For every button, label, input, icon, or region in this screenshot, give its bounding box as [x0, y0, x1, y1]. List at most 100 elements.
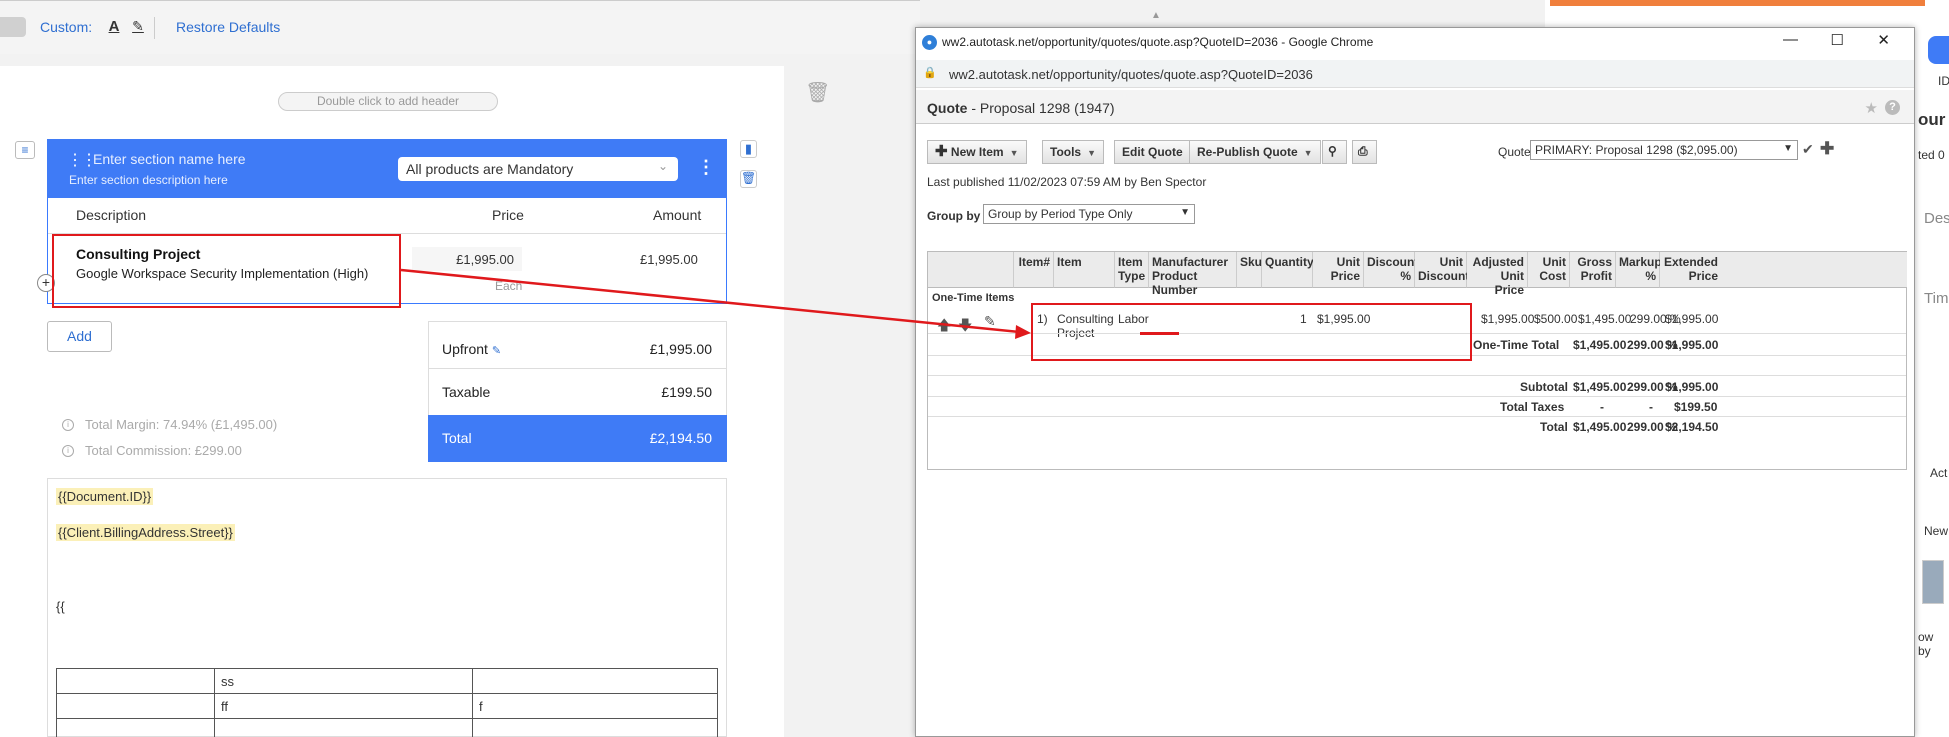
edit-icon[interactable]: ✎ — [492, 345, 501, 357]
url-text: ww2.autotask.net/opportunity/quotes/quot… — [949, 67, 1313, 82]
new-item-button[interactable]: ✚ New Item ▼ — [927, 140, 1027, 164]
mandatory-select[interactable]: All products are Mandatory ⌄ — [398, 157, 678, 181]
col-header-gross-profit[interactable]: Gross Profit — [1570, 252, 1616, 288]
more-options-icon[interactable]: ⋮ — [697, 157, 715, 178]
taxable-label: Taxable — [442, 384, 491, 400]
subtotal-extended: $1,995.00 — [1665, 380, 1719, 394]
sidebar-toggle[interactable] — [0, 17, 26, 37]
tools-button[interactable]: Tools ▼ — [1042, 140, 1105, 164]
taxable-value: £199.50 — [661, 384, 712, 400]
star-icon[interactable]: ★ — [1865, 99, 1878, 117]
edit-quote-button[interactable]: Edit Quote — [1114, 140, 1191, 164]
info-icon: i — [62, 445, 74, 457]
print-icon[interactable]: ⎙ — [1352, 140, 1377, 164]
minimize-icon[interactable]: — — [1783, 31, 1798, 48]
page-gutter — [784, 66, 914, 737]
col-header-item-type[interactable]: Item Type — [1115, 252, 1149, 288]
peek-button[interactable] — [1928, 36, 1949, 64]
dropdown-arrow-icon: ▼ — [1009, 148, 1019, 158]
edit-pencil-icon[interactable]: ✎ — [984, 313, 996, 330]
trash-icon[interactable]: 🗑 — [805, 80, 830, 104]
peek-text: ID — [1938, 74, 1949, 88]
checkmark-icon[interactable]: ✔ — [1802, 141, 1814, 158]
peek-text: Tim — [1924, 290, 1949, 307]
total-gross: $1,495.00 — [1573, 420, 1627, 434]
quote-select[interactable]: PRIMARY: Proposal 1298 ($2,095.00) ▼ — [1530, 140, 1798, 160]
table-cell[interactable] — [214, 718, 473, 737]
total-margin: Total Margin: 74.94% (£1,495.00) — [85, 417, 278, 432]
merge-field[interactable]: {{Client.BillingAddress.Street}} — [56, 524, 235, 541]
add-button[interactable]: Add — [47, 321, 112, 352]
col-header-quantity[interactable]: Quantity — [1262, 252, 1314, 288]
onetime-total-gross: $1,495.00 — [1573, 338, 1627, 352]
move-down-icon[interactable]: 🡇 — [958, 315, 972, 339]
col-header-unit-discount[interactable]: Unit Discount — [1415, 252, 1469, 288]
col-header-sku[interactable]: Sku — [1237, 252, 1262, 288]
col-header-discount-pct[interactable]: Discount % — [1364, 252, 1418, 288]
section-name-input[interactable]: Enter section name here — [93, 151, 246, 167]
row-unit-cost: $500.00 — [1534, 312, 1578, 326]
address-bar[interactable]: 🔒 ww2.autotask.net/opportunity/quotes/qu… — [916, 60, 1914, 88]
col-header-extended-price[interactable]: Extended Price — [1660, 252, 1907, 288]
item-price-input[interactable]: £1,995.00 — [412, 247, 522, 271]
divider — [928, 396, 1906, 397]
col-header-item[interactable]: Item — [1054, 252, 1115, 288]
merge-field[interactable]: {{Document.ID}} — [56, 488, 154, 505]
taxes-markup: - — [1649, 400, 1653, 414]
total-label: Total — [442, 430, 472, 446]
table-cell[interactable] — [56, 693, 215, 719]
last-published: Last published 11/02/2023 07:59 AM by Be… — [927, 175, 1207, 189]
move-up-icon[interactable]: 🡅 — [937, 315, 951, 339]
chevron-down-icon: ▼ — [1180, 207, 1190, 218]
annotation-underline — [1140, 332, 1179, 335]
table-cell[interactable]: ss — [214, 668, 473, 694]
close-icon[interactable]: ✕ — [1877, 31, 1890, 49]
bookmark-icon[interactable]: ▮ — [740, 140, 757, 158]
col-header-item-number[interactable]: Item# — [1014, 252, 1054, 288]
menu-icon[interactable]: ≡ — [15, 141, 35, 159]
font-color-icon[interactable]: A — [106, 18, 122, 36]
col-header-unit-price[interactable]: Unit Price — [1313, 252, 1364, 288]
col-header-unit-cost[interactable]: Unit Cost — [1528, 252, 1570, 288]
taxes-gross: - — [1600, 400, 1604, 414]
preview-icon[interactable]: ⚲ — [1322, 140, 1347, 164]
subtotal-gross: $1,495.00 — [1573, 380, 1627, 394]
onetime-total-label: One-Time Total — [1473, 338, 1560, 352]
highlight-icon[interactable]: ✎ — [130, 18, 146, 36]
add-header-placeholder[interactable]: Double click to add header — [278, 92, 498, 111]
add-icon[interactable]: ✚ — [1820, 139, 1834, 159]
peek-text: Des — [1924, 210, 1949, 227]
table-cell[interactable] — [472, 718, 718, 737]
total-commission: Total Commission: £299.00 — [85, 443, 242, 458]
divider — [428, 368, 727, 369]
row-adjusted-price: $1,995.00 — [1481, 312, 1535, 326]
table-cell[interactable] — [56, 718, 215, 737]
page-title: Quote - Proposal 1298 (1947) — [927, 100, 1115, 116]
peek-heading: our — [1918, 110, 1946, 129]
dropdown-arrow-icon: ▼ — [1087, 148, 1097, 158]
window-titlebar: ● ww2.autotask.net/opportunity/quotes/qu… — [916, 28, 1914, 58]
peek-tab[interactable]: Act — [1930, 466, 1947, 480]
delete-section-icon[interactable]: 🗑 — [740, 170, 757, 188]
col-header-manufacturer[interactable]: Manufacturer Product Number — [1149, 252, 1237, 297]
maximize-icon[interactable]: ☐ — [1831, 31, 1844, 49]
total-value: £2,194.50 — [649, 430, 712, 446]
table-cell[interactable]: ff — [214, 693, 473, 719]
total-extended: $2,194.50 — [1665, 420, 1719, 434]
scroll-up-icon[interactable]: ▲ — [1151, 10, 1165, 24]
plus-icon: ✚ — [935, 143, 948, 160]
table-cell[interactable] — [56, 668, 215, 694]
section-description-input[interactable]: Enter section description here — [69, 173, 228, 187]
table-cell[interactable] — [472, 668, 718, 694]
restore-defaults-link[interactable]: Restore Defaults — [176, 19, 280, 35]
document-table[interactable]: ss ff f — [56, 668, 718, 737]
col-header-adjusted[interactable]: Adjusted Unit Price — [1467, 252, 1528, 297]
col-header-markup[interactable]: Markup % — [1616, 252, 1662, 288]
republish-quote-button[interactable]: Re-Publish Quote ▼ — [1189, 140, 1321, 164]
drag-handle-icon[interactable]: ⋮⋮ — [67, 150, 97, 170]
help-icon[interactable]: ? — [1885, 100, 1900, 115]
group-by-select[interactable]: Group by Period Type Only ▼ — [983, 204, 1195, 224]
table-cell[interactable]: f — [472, 693, 718, 719]
orange-accent-bar — [1550, 0, 1925, 6]
row-extended: $1,995.00 — [1665, 312, 1719, 326]
